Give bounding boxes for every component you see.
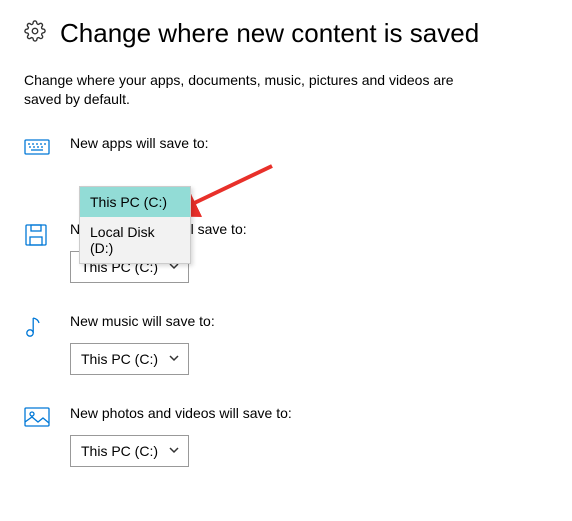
music-combo-value: This PC (C:) [81, 351, 158, 367]
music-combo[interactable]: This PC (C:) [70, 343, 189, 375]
picture-icon [24, 405, 54, 467]
apps-section: New apps will save to: [24, 135, 548, 165]
music-note-icon [24, 313, 54, 375]
apps-dropdown[interactable]: This PC (C:) Local Disk (D:) [79, 186, 191, 264]
photos-combo[interactable]: This PC (C:) [70, 435, 189, 467]
chevron-down-icon [168, 443, 180, 459]
photos-label: New photos and videos will save to: [70, 405, 548, 421]
save-icon [24, 221, 54, 283]
music-label: New music will save to: [70, 313, 548, 329]
photos-combo-value: This PC (C:) [81, 443, 158, 459]
page-title: Change where new content is saved [60, 18, 479, 49]
photos-section: New photos and videos will save to: This… [24, 405, 548, 467]
chevron-down-icon [168, 351, 180, 367]
apps-option-this-pc[interactable]: This PC (C:) [80, 187, 190, 217]
keyboard-icon [24, 135, 54, 165]
settings-page: Change where new content is saved Change… [0, 0, 572, 467]
gear-icon [24, 20, 46, 47]
page-header: Change where new content is saved [24, 18, 548, 49]
page-description: Change where your apps, documents, music… [24, 71, 454, 109]
apps-label: New apps will save to: [70, 135, 548, 151]
music-section: New music will save to: This PC (C:) [24, 313, 548, 375]
apps-option-local-disk[interactable]: Local Disk (D:) [80, 217, 190, 263]
